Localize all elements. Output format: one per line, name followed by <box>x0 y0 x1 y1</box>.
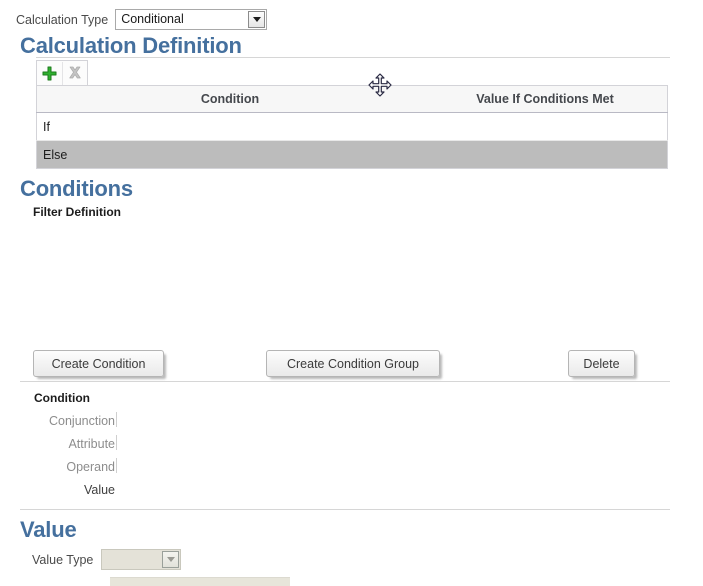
conditions-heading: Conditions <box>20 176 133 202</box>
delete-button[interactable]: Delete <box>568 350 635 377</box>
move-cursor-icon <box>368 73 392 97</box>
filter-definition-label: Filter Definition <box>33 205 121 219</box>
cell-condition: If <box>37 113 424 141</box>
value-section-divider <box>20 509 670 510</box>
value-label: Value <box>84 483 115 497</box>
attribute-field-separator <box>116 435 117 450</box>
calculation-definition-grid: Condition Value If Conditions Met If Els… <box>36 60 668 169</box>
grid-toolbar <box>36 60 88 85</box>
attribute-label: Attribute <box>68 437 115 451</box>
cell-value-if-conditions-met <box>423 113 668 141</box>
value-field-row[interactable]: Value <box>33 482 115 498</box>
calculation-definition-divider <box>36 57 670 58</box>
cell-condition: Else <box>37 141 424 169</box>
attribute-field-row[interactable]: Attribute <box>33 436 115 452</box>
calculation-type-row: Calculation Type Conditional <box>16 9 267 30</box>
value-type-label: Value Type <box>32 552 93 568</box>
conditions-table: Condition Value If Conditions Met If Els… <box>36 85 668 169</box>
table-row[interactable]: If <box>37 113 668 141</box>
close-x-icon <box>68 66 82 80</box>
operand-field-separator <box>116 458 117 473</box>
create-condition-group-button[interactable]: Create Condition Group <box>266 350 440 377</box>
chevron-down-icon[interactable] <box>248 11 265 28</box>
conditions-buttons-divider <box>20 381 670 382</box>
calculation-type-value: Conditional <box>121 10 184 29</box>
condition-detail-title: Condition <box>34 391 90 405</box>
conjunction-label: Conjunction <box>49 414 115 428</box>
calculation-type-select[interactable]: Conditional <box>115 9 267 30</box>
calculation-definition-heading: Calculation Definition <box>20 33 242 59</box>
column-header-condition[interactable]: Condition <box>37 86 424 113</box>
create-condition-button[interactable]: Create Condition <box>33 350 164 377</box>
value-type-row: Value Type <box>32 549 181 570</box>
value-type-select[interactable] <box>101 549 181 570</box>
operand-field-row[interactable]: Operand <box>33 459 115 475</box>
table-row[interactable]: Else <box>37 141 668 169</box>
calculation-type-label: Calculation Type <box>16 12 108 28</box>
chevron-down-icon[interactable] <box>162 551 179 568</box>
delete-row-button[interactable] <box>62 62 88 85</box>
operand-label: Operand <box>66 460 115 474</box>
column-header-value-if-conditions-met[interactable]: Value If Conditions Met <box>423 86 668 113</box>
cell-value-if-conditions-met <box>423 141 668 169</box>
plus-icon <box>42 66 57 81</box>
table-header-row: Condition Value If Conditions Met <box>37 86 668 113</box>
conjunction-field-separator <box>116 412 117 427</box>
conjunction-field-row[interactable]: Conjunction <box>33 413 115 429</box>
value-heading: Value <box>20 517 76 543</box>
add-row-button[interactable] <box>37 62 62 85</box>
